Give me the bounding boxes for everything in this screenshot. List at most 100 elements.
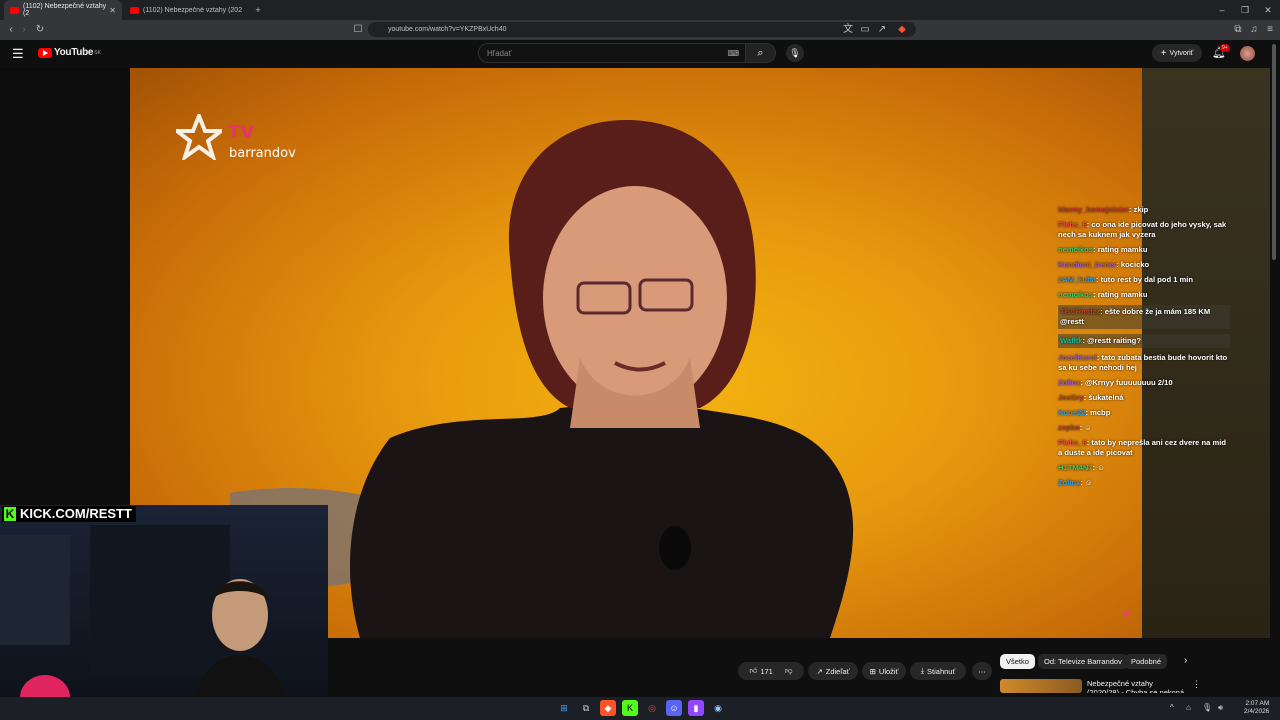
youtube-favicon-icon (10, 6, 19, 14)
chat-overlay: hlavny_komajnister: zkip Plebs_6: co ona… (1058, 205, 1230, 493)
bookmark-icon[interactable]: ☐ (350, 22, 366, 38)
create-button[interactable]: + Vytvoriť (1152, 44, 1202, 62)
save-label: Uložiť (878, 666, 899, 676)
tab-title: (1102) Nebezpečné vztahy (2020/28) (143, 6, 242, 14)
twitch-icon[interactable]: ▮ (688, 700, 704, 716)
chat-message: Zolinx: ☺ (1058, 478, 1093, 487)
chat-message: 2AM_kuba: tuto rest by dal pod 1 min (1058, 275, 1194, 284)
steam-icon[interactable]: ◉ (710, 700, 726, 716)
close-tab-icon[interactable]: ✕ (109, 6, 116, 15)
browser-tab-bar: (1102) Nebezpečné vztahy (2 ✕ (1102) Neb… (0, 0, 1280, 20)
region-code: SK (94, 49, 101, 56)
download-label: Stiahnuť (927, 666, 956, 676)
search-button[interactable]: ⌕ (746, 43, 776, 63)
chips-next-icon[interactable]: › (1184, 655, 1187, 666)
brave-browser-icon[interactable]: ◆ (600, 700, 616, 716)
save-button[interactable]: ⊞ Uložiť (862, 662, 906, 680)
chip-related[interactable]: Podobné (1125, 654, 1168, 669)
chat-message: Zolinx: @Krnyy fuuuuuuuu 2/10 (1058, 378, 1173, 387)
clock-date: 2/4/2026 (1244, 708, 1270, 715)
clock-time: 2:07 AM (1245, 700, 1270, 707)
create-label: Vytvoriť (1169, 49, 1194, 57)
discord-icon[interactable]: ☺ (666, 700, 682, 716)
cast-icon[interactable]: ▭ (857, 22, 873, 38)
chat-message: nemcikos: rating mamku (1058, 245, 1148, 254)
brave-shield-icon[interactable]: ◆ (894, 22, 910, 38)
minimize-icon[interactable]: – (1212, 2, 1232, 18)
restore-icon[interactable]: ❐ (1235, 2, 1255, 18)
like-dislike-group: 👍︎ 171 👎︎ (738, 662, 804, 680)
chat-message: JozefKarol: tato zubata bestia bude hovo… (1058, 353, 1228, 372)
save-icon: ⊞ (869, 666, 876, 676)
youtube-play-icon (38, 47, 52, 58)
video-letterbox-left (0, 68, 130, 508)
media-icon[interactable]: ♫ (1246, 22, 1262, 38)
dislike-icon[interactable]: 👎︎ (785, 666, 793, 676)
network-icon[interactable]: ⌂ (1186, 703, 1191, 712)
reload-icon[interactable]: ↻ (32, 22, 48, 38)
windows-taskbar (0, 697, 1280, 720)
recommendation-thumbnail[interactable] (1000, 679, 1082, 693)
tab-title: (1102) Nebezpečné vztahy (2 (23, 3, 107, 17)
plus-icon: + (1160, 47, 1167, 59)
hamburger-icon[interactable]: ☰ (12, 46, 24, 62)
more-actions-icon[interactable]: ⋯ (972, 662, 992, 680)
chat-message-highlighted: TBCRmdzz: ešte dobre že ja mám 185 KM @r… (1058, 305, 1230, 329)
task-view-icon[interactable]: ⧉ (578, 700, 594, 716)
download-button[interactable]: ⤓ Stiahnuť (910, 662, 966, 680)
chat-message: H1TM4N7: ☺ (1058, 463, 1106, 472)
kick-banner: K KICK.COM/RESTT (2, 506, 136, 522)
keyboard-icon[interactable]: ⌨ (727, 49, 739, 58)
search-icon: ⌕ (757, 47, 764, 59)
url-text: youtube.com/watch?v=YKZPBxUch40 (388, 26, 507, 33)
browser-tab-active[interactable]: (1102) Nebezpečné vztahy (2 ✕ (4, 0, 122, 20)
share-button[interactable]: ↗ Zdieľať (808, 662, 858, 680)
webcam-door (0, 535, 70, 645)
new-tab-icon[interactable]: + (248, 2, 268, 18)
download-icon: ⤓ (920, 666, 925, 675)
chat-message: Plebs_6: co ona ide picovat do jeho vysk… (1058, 220, 1227, 239)
translate-icon[interactable]: 文 (840, 22, 856, 38)
kick-app-icon[interactable]: K (622, 700, 638, 716)
chat-message: zepko: ☺ (1058, 423, 1092, 432)
like-icon[interactable]: 👍︎ (750, 666, 758, 676)
kick-label: KICK.COM/RESTT (20, 506, 132, 521)
clock[interactable]: 2:07 AM 2/4/2026 (1244, 700, 1269, 716)
chat-message: hlavny_komajnister: zkip (1058, 205, 1149, 214)
forward-icon[interactable]: › (16, 22, 32, 38)
chat-message-highlighted: Wafltk: @restt raiting? (1058, 334, 1230, 348)
youtube-logo[interactable]: YouTube SK (38, 47, 101, 58)
volume-icon[interactable]: 🔊︎ (1218, 703, 1223, 713)
share-page-icon[interactable]: ↗ (874, 22, 890, 38)
windows-start-icon[interactable]: ⊞ (556, 700, 572, 716)
close-window-icon[interactable]: ✕ (1258, 2, 1278, 18)
star-watermark-icon: ✶ (1120, 606, 1132, 622)
chat-message: JeeOry: šukatelná (1058, 393, 1124, 402)
address-bar[interactable]: youtube.com/watch?v=YKZPBxUch40 (368, 22, 916, 37)
browser-tab[interactable]: (1102) Nebezpečné vztahy (2020/28) (124, 0, 248, 20)
app-icon[interactable]: ◎ (644, 700, 660, 716)
avatar[interactable] (1240, 46, 1255, 61)
youtube-favicon-icon (130, 6, 139, 14)
recommendation-menu-icon[interactable]: ⋮ (1192, 679, 1201, 690)
chat-message: nemcikos: rating mamku (1058, 290, 1148, 299)
microphone-icon: 🎙 (789, 48, 801, 58)
chat-message: Plebs_6: tato by neprešla ani cez dvere … (1058, 438, 1226, 457)
youtube-logo-text: YouTube (54, 47, 94, 58)
search-input[interactable]: Hľadať ⌨ (478, 43, 746, 63)
page-scrollbar[interactable] (1272, 44, 1276, 260)
voice-search-button[interactable]: 🎙 (786, 44, 804, 62)
search-placeholder: Hľadať (487, 48, 512, 58)
microphone-tray-icon[interactable]: 🎙 (1202, 703, 1212, 712)
menu-icon[interactable]: ≡ (1262, 22, 1278, 38)
kick-logo-icon: K (4, 507, 16, 521)
share-icon: ↗ (816, 666, 823, 676)
recommendation-title[interactable]: Nebezpečné vztahy (2020/28) - Chyba se n… (1087, 679, 1187, 693)
chip-from-channel[interactable]: Od: Televize Barrandov (1038, 654, 1128, 669)
chip-all[interactable]: Všetko (1000, 654, 1035, 669)
extensions-icon[interactable]: ⧉ (1230, 22, 1246, 38)
share-label: Zdieľať (825, 666, 850, 676)
like-count[interactable]: 171 (760, 667, 773, 676)
tray-expand-icon[interactable]: ^ (1170, 703, 1174, 712)
star-logo-icon (171, 110, 227, 163)
